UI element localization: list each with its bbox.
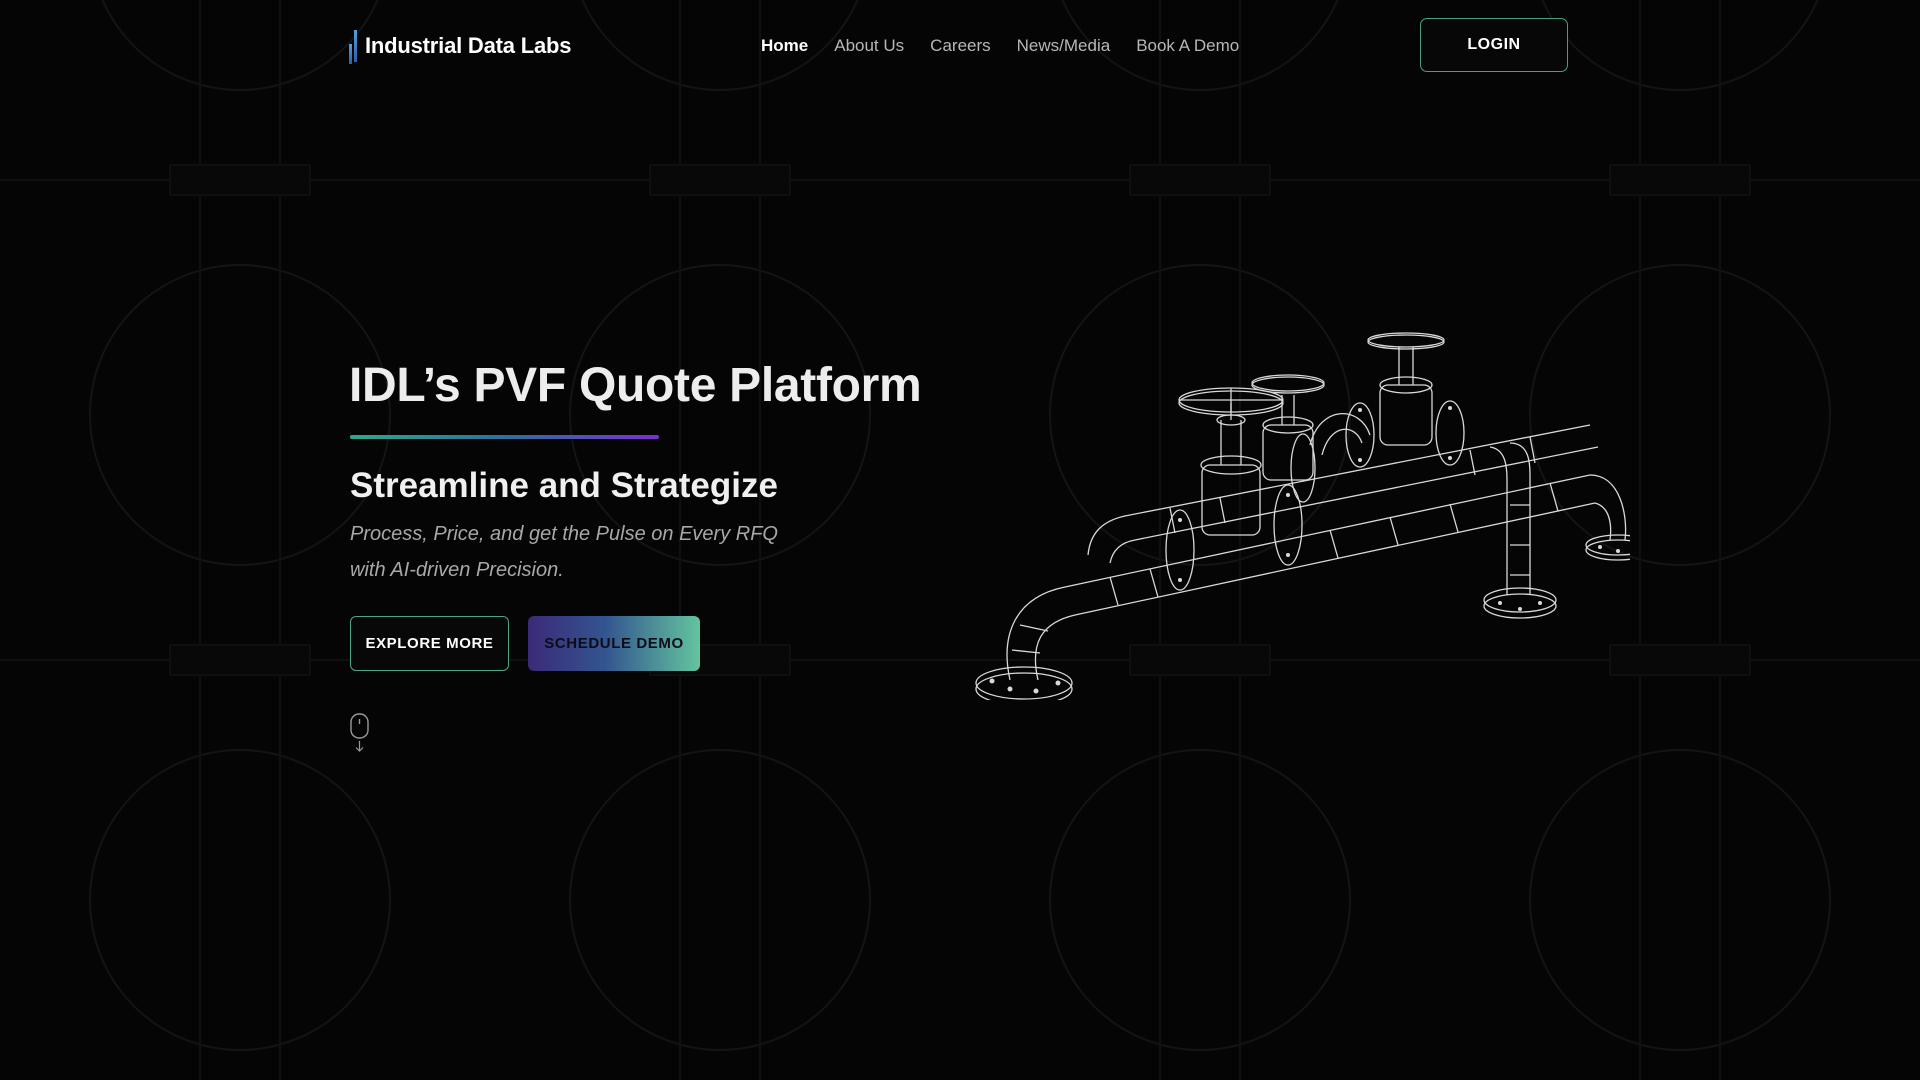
mouse-scroll-icon[interactable] (350, 713, 370, 753)
brand-name: Industrial Data Labs (365, 33, 572, 58)
nav-item-book-a-demo[interactable]: Book A Demo (1136, 36, 1239, 56)
hero-description: Process, Price, and get the Pulse on Eve… (350, 523, 778, 581)
main-nav: Home About Us Careers News/Media Book A … (761, 34, 1265, 58)
title-underline (350, 435, 659, 439)
background-pattern (0, 0, 1920, 1080)
nav-item-about-us[interactable]: About Us (834, 36, 904, 56)
hero-title: IDL’s PVF Quote Platform (349, 359, 922, 412)
nav-item-careers[interactable]: Careers (930, 36, 990, 56)
pipe-valve-wireframe-icon (975, 332, 1630, 700)
schedule-demo-button[interactable]: SCHEDULE DEMO (528, 616, 700, 671)
login-button[interactable]: LOGIN (1420, 18, 1568, 72)
explore-more-button[interactable]: EXPLORE MORE (350, 616, 509, 671)
hero-subtitle: Streamline and Strategize (350, 466, 778, 505)
page: Industrial Data Labs Home About Us Caree… (0, 0, 1920, 1080)
bar-chart-icon (349, 30, 357, 64)
brand-logo[interactable]: Industrial Data Labs (349, 26, 571, 66)
nav-item-home[interactable]: Home (761, 36, 808, 56)
nav-item-news-media[interactable]: News/Media (1017, 36, 1111, 56)
